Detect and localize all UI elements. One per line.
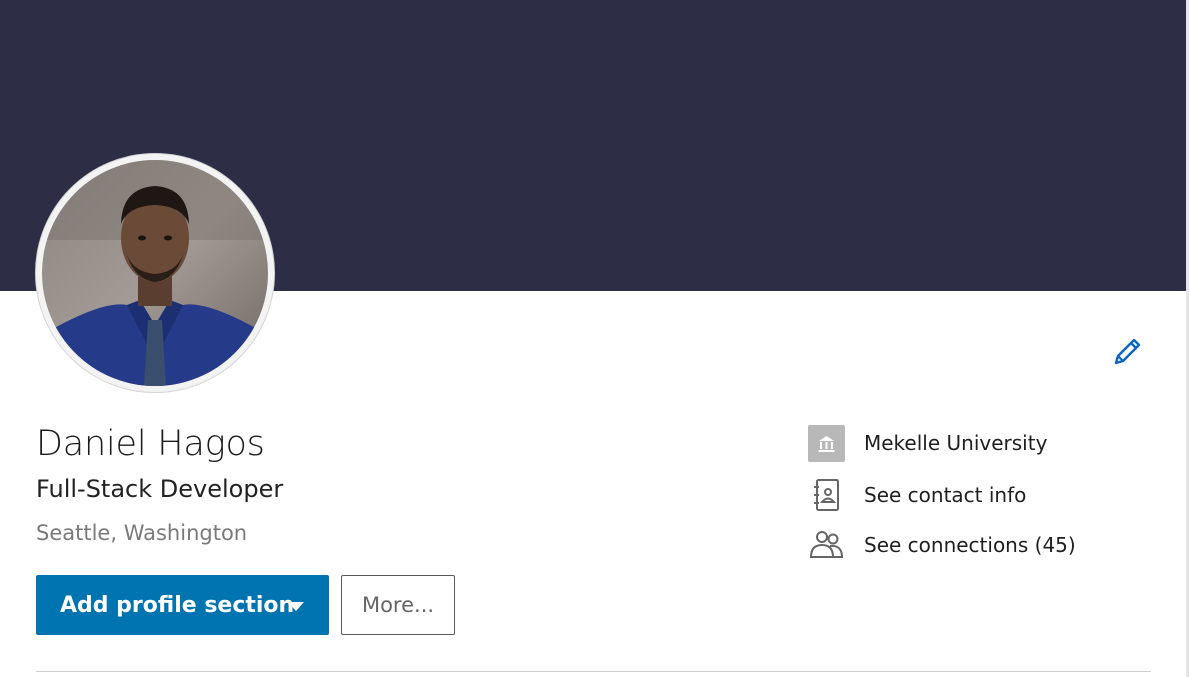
profile-photo[interactable] [36,154,274,392]
profile-location: Seattle, Washington [36,521,248,545]
education-link[interactable]: Mekelle University [808,423,1047,463]
people-icon [808,527,845,564]
connections-link[interactable]: See connections (45) [808,525,1076,565]
avatar [42,160,268,386]
add-profile-section-button[interactable]: Add profile section [36,575,329,635]
contact-info-link[interactable]: See contact info [808,475,1026,515]
section-divider [36,671,1151,672]
education-label: Mekelle University [864,431,1048,455]
caret-down-icon [288,602,304,611]
school-icon [808,424,845,462]
address-book-icon [808,477,845,514]
pencil-icon[interactable] [1110,335,1144,369]
profile-headline: Full-Stack Developer [36,475,284,503]
profile-name: Daniel Hagos [36,424,265,464]
more-button[interactable]: More... [341,575,455,635]
add-profile-section-label: Add profile section [60,592,295,618]
connections-label: See connections (45) [864,533,1076,557]
contact-info-label: See contact info [864,483,1027,507]
